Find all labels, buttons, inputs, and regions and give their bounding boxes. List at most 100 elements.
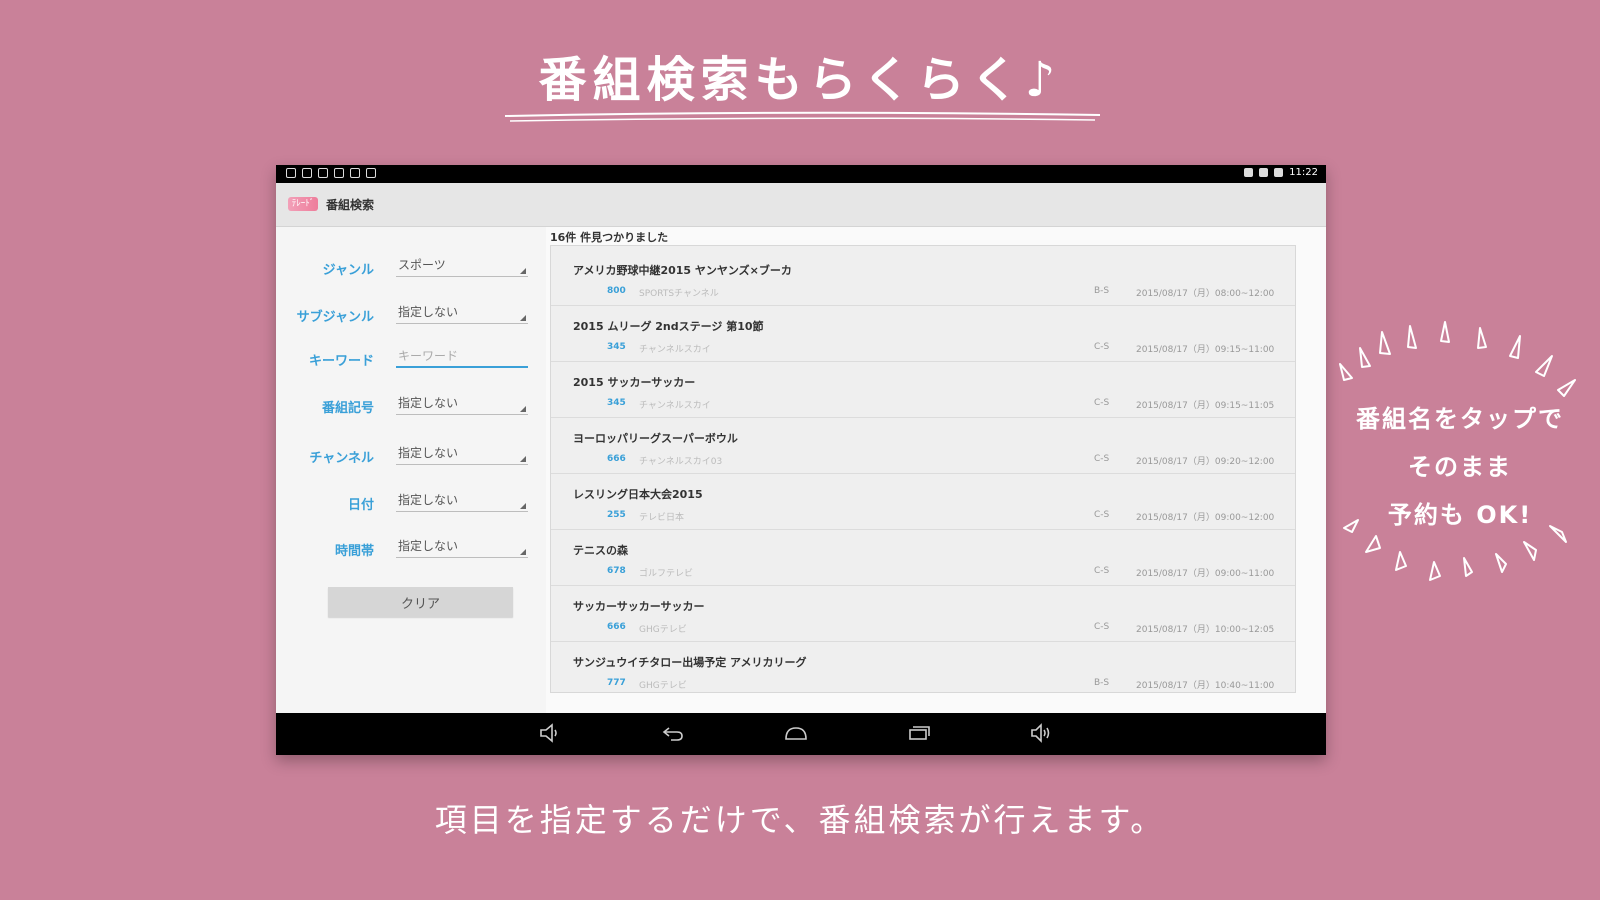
recent-apps-icon[interactable] — [907, 723, 931, 743]
channel-name: チャンネルスカイ — [639, 345, 711, 355]
air-datetime: 2015/08/17（月）09:15~11:00 — [1136, 345, 1275, 355]
channel-number: 678 — [607, 566, 626, 576]
subgenre-select[interactable]: 指定しない — [396, 302, 528, 324]
channel-number: 345 — [607, 342, 626, 352]
tablet-screenshot: 11:22 ﾃﾚｰﾄﾞ 番組検索 ジャンル スポーツ サブジャンル 指定しない … — [276, 165, 1326, 755]
channel-name: チャンネルスカイ — [639, 401, 711, 411]
result-row[interactable]: レスリング日本大会2015 255 テレビ日本 C-S 2015/08/17（月… — [551, 474, 1295, 530]
side-callout: 番組名をタップで そのまま 予約も OK! — [1330, 320, 1590, 600]
keyword-input[interactable]: キーワード — [396, 346, 528, 368]
band: C-S — [1094, 566, 1110, 576]
program-name: ヨーロッパリーグスーパーボウル — [573, 432, 738, 445]
air-datetime: 2015/08/17（月）10:00~12:05 — [1136, 625, 1275, 635]
result-row[interactable]: 2015 サッカーサッカー 345 チャンネルスカイ C-S 2015/08/1… — [551, 362, 1295, 418]
channel-number: 255 — [607, 510, 626, 520]
headline-underline — [504, 111, 1101, 122]
footer-caption: 項目を指定するだけで、番組検索が行えます。 — [434, 801, 1166, 839]
air-datetime: 2015/08/17（月）09:00~12:00 — [1136, 513, 1275, 523]
channel-name: テレビ日本 — [639, 513, 685, 523]
genre-select[interactable]: スポーツ — [396, 255, 528, 277]
result-row[interactable]: サンジュウイチタロー出場予定 アメリカリーグ 777 GHGテレビ B-S 20… — [551, 642, 1295, 692]
form-row-subgenre: サブジャンル 指定しない — [276, 300, 546, 328]
notification-icon — [286, 168, 296, 178]
notification-icon — [366, 168, 376, 178]
program-symbol-label: 番組記号 — [321, 401, 374, 416]
band: C-S — [1094, 510, 1110, 520]
channel-number: 800 — [607, 286, 626, 296]
keyword-label: キーワード — [308, 354, 374, 369]
notification-icon — [318, 168, 328, 178]
back-icon[interactable] — [661, 723, 685, 743]
air-datetime: 2015/08/17（月）09:00~11:00 — [1136, 569, 1275, 579]
program-name: 2015 サッカーサッカー — [573, 376, 696, 389]
band: C-S — [1094, 454, 1110, 464]
band: C-S — [1094, 622, 1110, 632]
search-form: ジャンル スポーツ サブジャンル 指定しない キーワード キーワード 番組記号 … — [276, 227, 546, 713]
air-datetime: 2015/08/17（月）08:00~12:00 — [1136, 289, 1275, 299]
bluetooth-icon — [1244, 168, 1254, 177]
channel-number: 666 — [607, 454, 626, 464]
form-row-date: 日付 指定しない — [276, 488, 546, 516]
time-slot-select[interactable]: 指定しない — [396, 536, 528, 558]
air-datetime: 2015/08/17（月）09:15~11:05 — [1136, 401, 1275, 411]
channel-name: GHGテレビ — [639, 625, 687, 635]
clear-button[interactable]: クリア — [328, 587, 513, 617]
battery-icon — [1274, 168, 1284, 177]
subgenre-label: サブジャンル — [296, 310, 374, 325]
channel-select[interactable]: 指定しない — [396, 443, 528, 465]
notification-icon — [350, 168, 360, 178]
program-name: テニスの森 — [573, 544, 628, 557]
headline: 番組検索もらくらく♪ — [538, 52, 1062, 108]
form-row-time-slot: 時間帯 指定しない — [276, 534, 546, 562]
callout-line-3: 予約も OK! — [1387, 501, 1533, 529]
channel-name: チャンネルスカイ03 — [639, 457, 723, 467]
form-row-genre: ジャンル スポーツ — [276, 253, 546, 281]
program-name: サッカーサッカーサッカー — [573, 600, 705, 613]
band: B-S — [1094, 286, 1110, 296]
app-logo[interactable]: ﾃﾚｰﾄﾞ — [288, 197, 318, 211]
channel-number: 777 — [607, 678, 626, 688]
channel-number: 666 — [607, 622, 626, 632]
form-row-keyword: キーワード キーワード — [276, 344, 546, 372]
home-icon[interactable] — [784, 723, 808, 743]
band: B-S — [1094, 678, 1110, 688]
result-row[interactable]: アメリカ野球中継2015 ヤンヤンズ×ブーカ 800 SPORTSチャンネル B… — [551, 250, 1295, 306]
air-datetime: 2015/08/17（月）09:20~12:00 — [1136, 457, 1275, 467]
notification-icon — [334, 168, 344, 178]
volume-up-icon[interactable] — [1030, 723, 1054, 743]
wifi-icon — [1259, 168, 1269, 177]
results-count: 16件 件見つかりました — [550, 231, 669, 244]
result-row[interactable]: テニスの森 678 ゴルフテレビ C-S 2015/08/17（月）09:00~… — [551, 530, 1295, 586]
band: C-S — [1094, 342, 1110, 352]
program-name: 2015 ムリーグ 2ndステージ 第10節 — [573, 320, 764, 333]
air-datetime: 2015/08/17（月）10:40~11:00 — [1136, 681, 1275, 691]
notification-icon — [302, 168, 312, 178]
channel-label: チャンネル — [309, 451, 374, 466]
form-row-channel: チャンネル 指定しない — [276, 441, 546, 469]
status-time: 11:22 — [1289, 167, 1318, 178]
date-label: 日付 — [347, 498, 374, 513]
band: C-S — [1094, 398, 1110, 408]
callout-line-1: 番組名をタップで — [1356, 405, 1564, 433]
results-list[interactable]: アメリカ野球中継2015 ヤンヤンズ×ブーカ 800 SPORTSチャンネル B… — [550, 245, 1296, 693]
status-bar: 11:22 — [276, 165, 1326, 183]
form-row-program-symbol: 番組記号 指定しない — [276, 391, 546, 419]
channel-name: GHGテレビ — [639, 681, 687, 691]
program-name: レスリング日本大会2015 — [573, 488, 703, 501]
program-symbol-select[interactable]: 指定しない — [396, 393, 528, 415]
result-row[interactable]: 2015 ムリーグ 2ndステージ 第10節 345 チャンネルスカイ C-S … — [551, 306, 1295, 362]
result-row[interactable]: サッカーサッカーサッカー 666 GHGテレビ C-S 2015/08/17（月… — [551, 586, 1295, 642]
screen-title: 番組検索 — [326, 198, 375, 212]
channel-name: ゴルフテレビ — [639, 569, 694, 579]
time-slot-label: 時間帯 — [334, 544, 374, 559]
channel-name: SPORTSチャンネル — [639, 289, 719, 299]
channel-number: 345 — [607, 398, 626, 408]
program-name: アメリカ野球中継2015 ヤンヤンズ×ブーカ — [573, 264, 792, 277]
result-row[interactable]: ヨーロッパリーグスーパーボウル 666 チャンネルスカイ03 C-S 2015/… — [551, 418, 1295, 474]
date-select[interactable]: 指定しない — [396, 490, 528, 512]
volume-down-icon[interactable] — [538, 723, 562, 743]
callout-line-2: そのまま — [1408, 453, 1512, 481]
navigation-bar — [276, 713, 1326, 755]
genre-label: ジャンル — [322, 263, 374, 278]
program-name: サンジュウイチタロー出場予定 アメリカリーグ — [573, 656, 807, 669]
